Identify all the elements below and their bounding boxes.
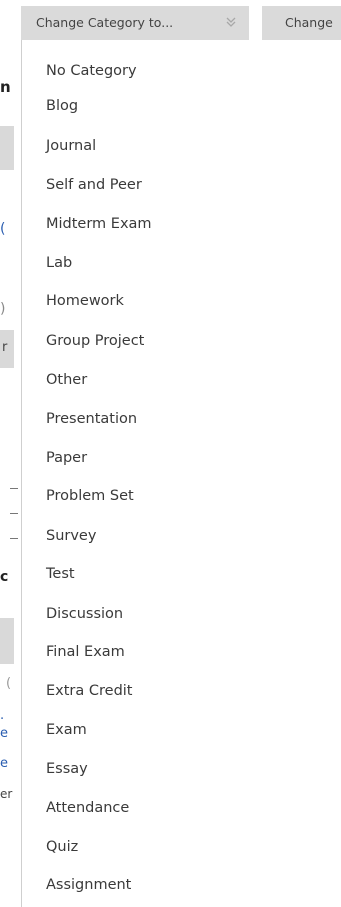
change-label: Change <box>285 15 333 30</box>
menu-item-presentation[interactable]: Presentation <box>46 404 336 434</box>
page: n ( ) r c ( · e e er Change Category to.… <box>0 0 341 907</box>
menu-item-essay[interactable]: Essay <box>46 754 336 784</box>
menu-item-discussion[interactable]: Discussion <box>46 599 336 629</box>
background-fragment: r <box>2 340 8 355</box>
background-fragment: · <box>0 712 5 727</box>
background-fragment: n <box>0 78 11 96</box>
menu-item-attendance[interactable]: Attendance <box>46 793 336 823</box>
menu-item-group-project[interactable]: Group Project <box>46 326 336 356</box>
menu-item-assignment[interactable]: Assignment <box>46 870 336 900</box>
menu-item-paper[interactable]: Paper <box>46 443 336 473</box>
double-chevron-down-icon <box>226 6 236 38</box>
change-button[interactable]: Change <box>262 6 341 40</box>
menu-item-blog[interactable]: Blog <box>46 91 336 121</box>
background-fragment: c <box>0 569 9 585</box>
background-fragment: e <box>0 726 8 741</box>
menu-item-final-exam[interactable]: Final Exam <box>46 637 336 667</box>
change-category-button[interactable]: Change Category to... <box>21 6 249 40</box>
background-row-bar <box>0 126 14 170</box>
background-divider <box>10 513 18 514</box>
menu-item-no-category[interactable]: No Category <box>46 56 336 86</box>
menu-item-problem-set[interactable]: Problem Set <box>46 481 336 511</box>
menu-item-other[interactable]: Other <box>46 365 336 395</box>
menu-item-exam[interactable]: Exam <box>46 715 336 745</box>
menu-item-journal[interactable]: Journal <box>46 131 336 161</box>
background-fragment: ) <box>0 301 6 317</box>
background-divider <box>10 488 18 489</box>
change-category-label: Change Category to... <box>36 15 174 30</box>
menu-item-lab[interactable]: Lab <box>46 248 336 278</box>
background-fragment: ( <box>6 676 12 691</box>
menu-item-extra-credit[interactable]: Extra Credit <box>46 676 336 706</box>
menu-item-quiz[interactable]: Quiz <box>46 832 336 862</box>
background-divider <box>10 538 18 539</box>
background-fragment: ( <box>0 221 6 237</box>
background-row-bar <box>0 618 14 664</box>
category-dropdown-menu: No Category Blog Journal Self and Peer M… <box>21 40 341 907</box>
background-fragment: e <box>0 756 8 771</box>
menu-item-homework[interactable]: Homework <box>46 286 336 316</box>
menu-item-midterm-exam[interactable]: Midterm Exam <box>46 209 336 239</box>
background-fragment: er <box>0 787 13 801</box>
menu-item-survey[interactable]: Survey <box>46 521 336 551</box>
menu-item-test[interactable]: Test <box>46 559 336 589</box>
menu-item-self-and-peer[interactable]: Self and Peer <box>46 170 336 200</box>
